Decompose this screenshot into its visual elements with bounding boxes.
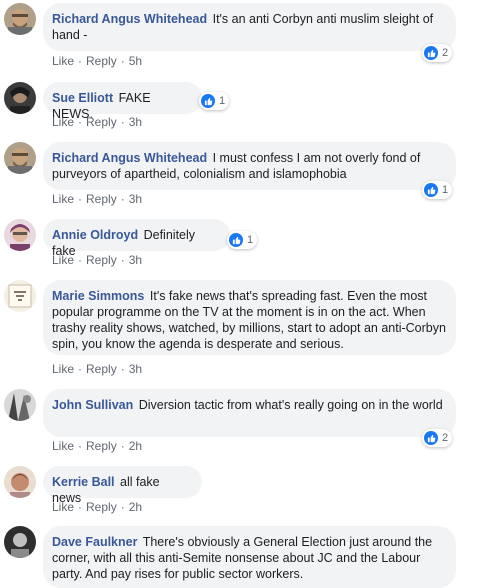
like-link[interactable]: Like — [52, 439, 74, 453]
comment-bubble: Marie Simmons It's fake news that's spre… — [43, 280, 456, 355]
comment-timestamp[interactable]: 3h — [129, 115, 142, 129]
comment-actions: Like · Reply · 3h — [52, 362, 143, 376]
comment-bubble: John Sullivan Diversion tactic from what… — [43, 389, 456, 437]
avatar[interactable] — [4, 389, 36, 421]
like-link[interactable]: Like — [52, 192, 74, 206]
avatar[interactable] — [4, 82, 36, 114]
comment-timestamp[interactable]: 3h — [129, 192, 142, 206]
like-link[interactable]: Like — [52, 500, 74, 514]
comment-actions: Like · Reply · 3h — [52, 192, 143, 206]
comment-bubble: Sue Elliott FAKE NEWS. — [43, 82, 202, 121]
comment-bubble: Annie Oldroyd Definitely fake — [43, 219, 230, 258]
comment-bubble: Richard Angus Whitehead It's an anti Cor… — [43, 3, 456, 51]
comment-actions: Like · Reply · 5h — [52, 54, 143, 68]
comment-bubble: Dave Faulkner There's obviously a Genera… — [43, 526, 456, 588]
avatar[interactable] — [4, 526, 36, 558]
avatar[interactable] — [4, 142, 36, 174]
reply-link[interactable]: Reply — [86, 192, 117, 206]
reply-link[interactable]: Reply — [86, 362, 117, 376]
like-link[interactable]: Like — [52, 115, 74, 129]
reaction-count[interactable]: 1 — [422, 181, 453, 199]
comment-timestamp[interactable]: 2h — [129, 500, 142, 514]
reply-link[interactable]: Reply — [86, 54, 117, 68]
reaction-count[interactable]: 2 — [422, 44, 453, 62]
comment-timestamp[interactable]: 3h — [129, 362, 142, 376]
comment-bubble: Kerrie Ball all fake news — [43, 466, 202, 505]
comment-actions: Like · Reply · 3h — [52, 115, 143, 129]
comment-author[interactable]: Dave Faulkner — [52, 535, 137, 549]
like-link[interactable]: Like — [52, 253, 74, 267]
avatar[interactable] — [4, 3, 36, 35]
reply-link[interactable]: Reply — [86, 439, 117, 453]
comment-author[interactable]: John Sullivan — [52, 398, 133, 412]
comment-actions: Like · Reply · 2h — [52, 439, 143, 453]
comment-timestamp[interactable]: 5h — [129, 54, 142, 68]
comment-actions: Like · Reply · 3h — [52, 253, 143, 267]
avatar[interactable] — [4, 219, 36, 251]
comment-author[interactable]: Annie Oldroyd — [52, 228, 138, 242]
like-icon — [424, 46, 438, 60]
reply-link[interactable]: Reply — [86, 115, 117, 129]
like-icon — [229, 233, 243, 247]
like-link[interactable]: Like — [52, 54, 74, 68]
reaction-count[interactable]: 1 — [199, 92, 230, 110]
reply-link[interactable]: Reply — [86, 253, 117, 267]
like-link[interactable]: Like — [52, 362, 74, 376]
like-icon — [424, 183, 438, 197]
like-icon — [201, 94, 215, 108]
avatar[interactable] — [4, 466, 36, 498]
reaction-count[interactable]: 1 — [227, 231, 258, 249]
comment-timestamp[interactable]: 2h — [129, 439, 142, 453]
comment-bubble: Richard Angus Whitehead I must confess I… — [43, 142, 456, 190]
like-icon — [424, 431, 438, 445]
reaction-count[interactable]: 2 — [422, 429, 453, 447]
comment-timestamp[interactable]: 3h — [129, 253, 142, 267]
reply-link[interactable]: Reply — [86, 500, 117, 514]
comment-author[interactable]: Sue Elliott — [52, 91, 113, 105]
comment-author[interactable]: Kerrie Ball — [52, 475, 115, 489]
comment-actions: Like · Reply · 2h — [52, 500, 143, 514]
comment-author[interactable]: Marie Simmons — [52, 289, 144, 303]
comment-text: Diversion tactic from what's really goin… — [138, 398, 443, 412]
avatar[interactable] — [4, 280, 36, 312]
comment-author[interactable]: Richard Angus Whitehead — [52, 12, 207, 26]
comment-author[interactable]: Richard Angus Whitehead — [52, 151, 207, 165]
